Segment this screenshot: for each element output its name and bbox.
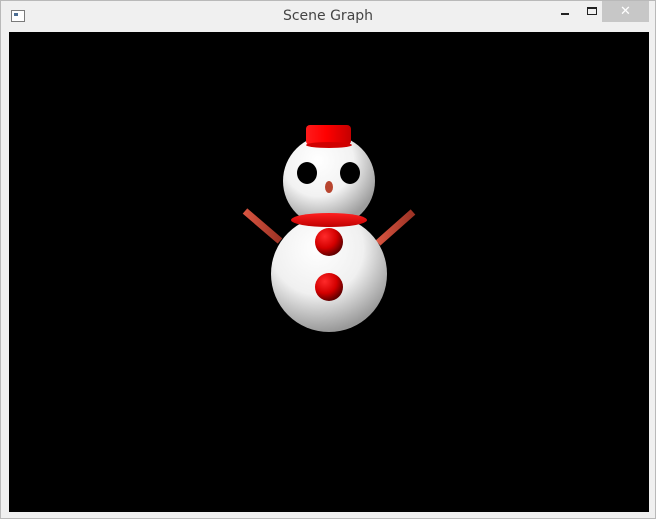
right-eye [340,162,360,184]
upper-button [315,228,343,256]
app-window: Scene Graph ✕ [0,0,656,519]
lower-button [315,273,343,301]
snowman [242,125,416,332]
left-arm [242,208,283,244]
title-bar[interactable]: Scene Graph ✕ [1,1,655,31]
left-eye [297,162,317,184]
close-button[interactable]: ✕ [602,1,649,22]
scarf [291,213,367,227]
minimize-button[interactable] [551,1,578,22]
close-icon: ✕ [620,4,631,19]
snowman-render [242,125,416,332]
hat-brim [306,142,352,148]
maximize-button[interactable] [578,1,605,22]
right-arm [375,209,416,246]
nose [325,181,333,193]
hat [306,125,351,145]
opengl-viewport[interactable] [9,32,649,512]
